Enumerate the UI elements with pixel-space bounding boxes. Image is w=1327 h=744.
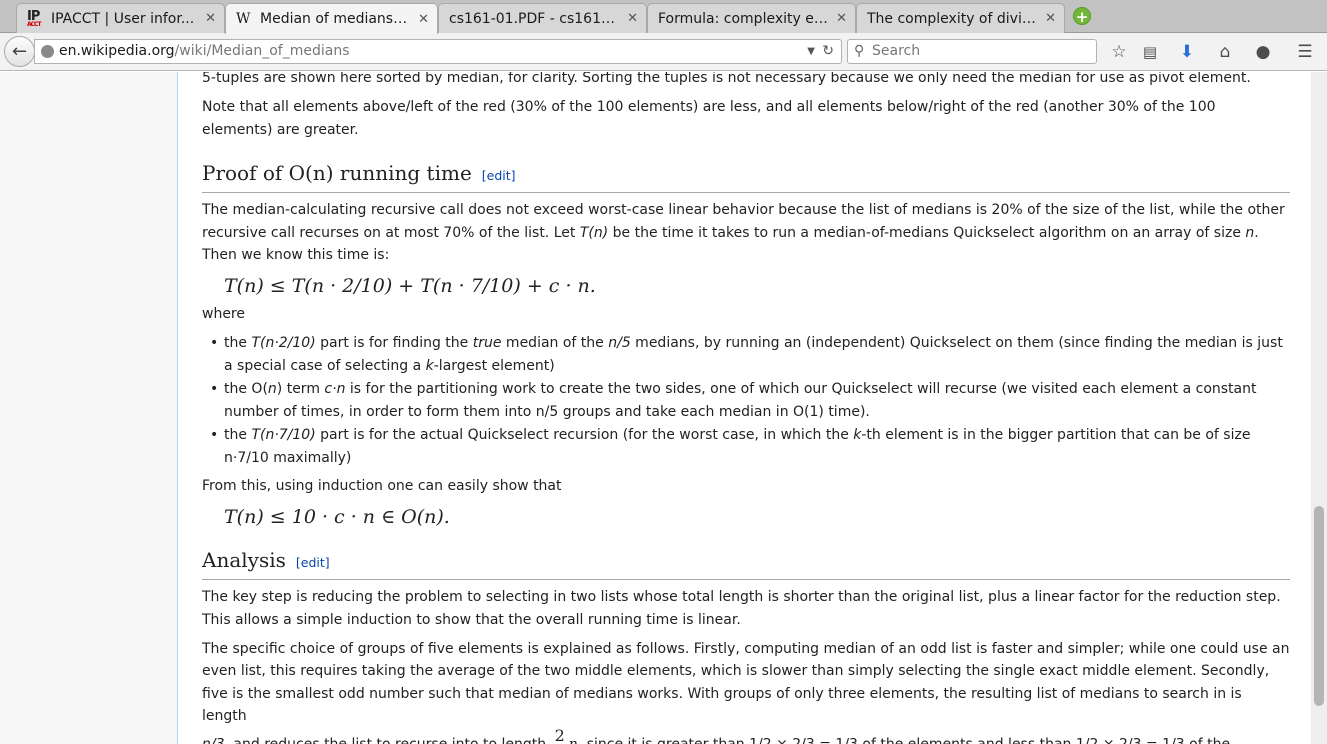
url-path: /wiki/Median_of_medians <box>174 43 350 59</box>
search-icon: ⚲ <box>854 43 865 59</box>
reload-icon[interactable]: ↻ <box>822 40 834 63</box>
url-host: en.wikipedia.org <box>59 43 175 59</box>
wikipedia-favicon-icon: W <box>236 11 251 27</box>
list-item: the T(n·7/10) part is for the actual Qui… <box>210 424 1290 469</box>
paragraph-group-choice-cont: n/3, and reduces the list to recurse int… <box>202 725 1290 744</box>
close-tab-icon[interactable]: ✕ <box>627 11 638 26</box>
heading-analysis: Analysis [edit] <box>202 546 1290 580</box>
heading-analysis-text: Analysis <box>202 548 286 572</box>
fraction-two-thirds: 23 <box>552 725 567 744</box>
wiki-sidebar <box>0 72 177 744</box>
paragraph-group-choice: The specific choice of groups of five el… <box>202 640 1290 725</box>
paragraph-proof: The median-calculating recursive call do… <box>202 199 1290 267</box>
math-inline: T(n·7/10) <box>251 427 316 443</box>
new-tab-button[interactable]: + <box>1073 7 1091 26</box>
ipacct-favicon-icon: IP ACCT <box>27 9 42 28</box>
fraction-numerator: 2 <box>552 725 567 744</box>
heading-proof: Proof of O(n) running time [edit] <box>202 159 1290 193</box>
text: the <box>224 427 252 443</box>
history-dropdown-icon[interactable]: ▼ <box>807 40 815 63</box>
tab-cs161-pdf[interactable]: cs161-01.PDF - cs161-02... ✕ <box>438 3 647 33</box>
tab-ipacct[interactable]: IP ACCT IPACCT | User infor... ✕ <box>16 3 225 33</box>
close-tab-icon[interactable]: ✕ <box>836 11 847 26</box>
close-tab-icon[interactable]: ✕ <box>205 11 216 26</box>
formula-bound: T(n) ≤ 10 · c · n ∈ O(n). <box>224 505 450 528</box>
math-inline: n <box>267 381 277 397</box>
math-inline: T(n) <box>579 224 609 241</box>
text: part is for the actual Quickselect recur… <box>315 427 854 443</box>
chat-icon[interactable]: ● <box>1252 41 1274 63</box>
text: -largest element) <box>433 357 555 374</box>
math-inline: T(n·2/10) <box>251 335 316 351</box>
text: ) term <box>276 381 325 397</box>
tab-strip: IP ACCT IPACCT | User infor... ✕ W Median… <box>0 0 1327 34</box>
tab-title: Formula: complexity es... <box>658 10 829 27</box>
menu-icon[interactable]: ☰ <box>1294 41 1316 63</box>
tab-complexity-divide[interactable]: The complexity of divid... ✕ <box>856 3 1065 33</box>
text: the <box>224 335 252 351</box>
article-body: 5-tuples are shown here sorted by median… <box>177 72 1311 744</box>
list-item: the O(n) term c·n is for the partitionin… <box>210 378 1290 423</box>
search-placeholder: Search <box>872 43 921 59</box>
explanation-list: the T(n·2/10) part is for finding the tr… <box>210 332 1290 469</box>
list-item: the T(n·2/10) part is for finding the tr… <box>210 332 1290 377</box>
text: median of the <box>501 335 609 351</box>
globe-icon <box>41 45 54 58</box>
address-bar[interactable]: en.wikipedia.org/wiki/Median_of_medians … <box>34 39 842 64</box>
tab-title: The complexity of divid... <box>867 10 1038 27</box>
text: part is for finding the <box>315 335 473 351</box>
tab-title: Median of medians -... <box>260 11 411 27</box>
navigation-toolbar: ← en.wikipedia.org/wiki/Median_of_median… <box>0 33 1327 71</box>
home-icon[interactable]: ⌂ <box>1214 41 1236 63</box>
text: , and reduces the list to recurse into t… <box>224 736 551 744</box>
math-inline: n <box>568 736 578 744</box>
tab-formula-complexity[interactable]: Formula: complexity es... ✕ <box>647 3 856 33</box>
text: be the time it takes to run a median-of-… <box>608 224 1246 241</box>
tab-title: cs161-01.PDF - cs161-02... <box>449 10 620 27</box>
math-inline: c·n <box>324 381 346 397</box>
text: the O( <box>224 381 268 397</box>
tab-median-of-medians[interactable]: W Median of medians -... ✕ <box>225 3 438 34</box>
tab-title: IPACCT | User infor... <box>51 10 195 27</box>
search-input[interactable]: ⚲ Search <box>847 39 1097 64</box>
paragraph-key-step: The key step is reducing the problem to … <box>202 589 1281 628</box>
downloads-icon[interactable]: ⬇ <box>1176 41 1198 63</box>
back-button[interactable]: ← <box>4 36 35 67</box>
math-inline: n/5 <box>608 335 631 351</box>
paragraph-tuples: 5-tuples are shown here sorted by median… <box>202 72 1251 86</box>
close-tab-icon[interactable]: ✕ <box>1045 11 1056 26</box>
paragraph-note: Note that all elements above/left of the… <box>202 99 1216 138</box>
text: true <box>472 335 502 351</box>
page-viewport: 5-tuples are shown here sorted by median… <box>0 72 1327 744</box>
text: , since it is greater than 1/2 × 2/3 = 1… <box>577 736 1231 744</box>
reading-list-icon[interactable]: ▤ <box>1139 41 1161 63</box>
formula-recurrence: T(n) ≤ T(n · 2/10) + T(n · 7/10) + c · n… <box>224 274 596 297</box>
where-label: where <box>202 306 245 322</box>
edit-link[interactable]: [edit] <box>296 555 330 570</box>
scrollbar-thumb[interactable] <box>1314 506 1324 706</box>
text: is for the partitioning work to create t… <box>224 381 1257 420</box>
bookmark-star-icon[interactable]: ☆ <box>1108 41 1130 63</box>
math-inline: n/3 <box>202 736 225 744</box>
math-inline: k <box>425 357 434 374</box>
math-inline: n <box>1245 224 1255 241</box>
heading-proof-text: Proof of O(n) running time <box>202 161 472 185</box>
paragraph-induction: From this, using induction one can easil… <box>202 478 562 494</box>
close-tab-icon[interactable]: ✕ <box>418 12 429 27</box>
edit-link[interactable]: [edit] <box>482 168 516 183</box>
